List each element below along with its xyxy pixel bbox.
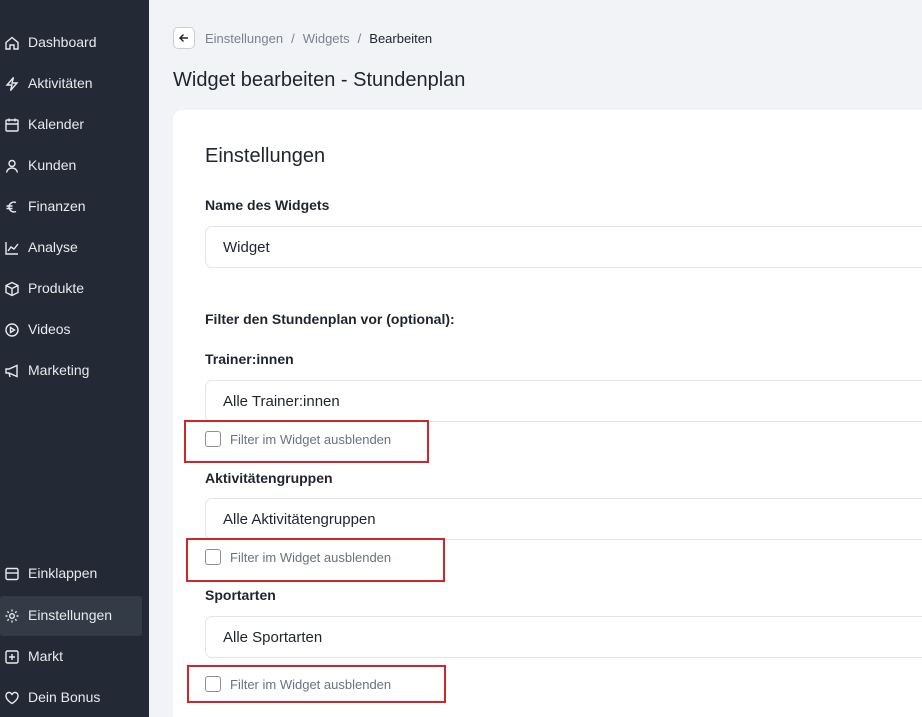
highlight-box (186, 538, 445, 582)
home-icon (4, 35, 20, 51)
euro-icon (4, 199, 20, 215)
sport-filter-label: Sportarten (205, 587, 276, 603)
breadcrumb: Einstellungen / Widgets / Bearbeiten (173, 27, 432, 49)
sidebar-item-einstellungen[interactable]: Einstellungen (0, 596, 142, 636)
megaphone-icon (4, 363, 20, 379)
highlight-box (184, 420, 429, 463)
sidebar-item-label: Aktivitäten (28, 75, 93, 91)
back-button[interactable] (173, 27, 195, 49)
sidebar-item-label: Produkte (28, 280, 85, 296)
highlight-box (187, 665, 446, 703)
sidebar-item-dashboard[interactable]: Dashboard (0, 23, 149, 63)
breadcrumb-link-widgets[interactable]: Widgets (303, 31, 350, 46)
widget-name-input[interactable]: Widget (205, 226, 922, 268)
sidebar-item-label: Analyse (28, 239, 78, 255)
sidebar-item-markt[interactable]: Markt (0, 637, 149, 677)
sidebar-item-marketing[interactable]: Marketing (0, 351, 149, 391)
sidebar-item-analyse[interactable]: Analyse (0, 228, 149, 268)
chart-line-icon (4, 240, 20, 256)
arrow-left-icon (179, 34, 188, 42)
sidebar-item-label: Kalender (28, 116, 85, 132)
filter-heading: Filter den Stundenplan vor (optional): (205, 311, 455, 327)
sidebar-item-label: Dashboard (28, 34, 97, 50)
section-title: Einstellungen (205, 145, 326, 167)
lightning-icon (4, 76, 20, 92)
activity-group-filter-label: Aktivitätengruppen (205, 470, 333, 486)
collapse-icon (4, 566, 20, 582)
breadcrumb-separator: / (357, 30, 362, 46)
box-icon (4, 281, 20, 297)
widget-name-label: Name des Widgets (205, 197, 330, 213)
plus-square-icon (4, 649, 20, 665)
user-icon (4, 158, 20, 174)
heart-icon (4, 690, 20, 706)
sidebar-item-kalender[interactable]: Kalender (0, 105, 149, 145)
sidebar-item-label: Dein Bonus (28, 689, 101, 705)
gear-icon (4, 608, 20, 624)
sidebar-item-aktivitaeten[interactable]: Aktivitäten (0, 64, 149, 104)
page-title: Widget bearbeiten - Stundenplan (173, 69, 466, 91)
play-circle-icon (4, 322, 20, 338)
breadcrumb-separator: / (291, 30, 295, 46)
sidebar-item-videos[interactable]: Videos (0, 310, 149, 350)
breadcrumb-link-einstellungen[interactable]: Einstellungen (205, 31, 283, 46)
sidebar-item-label: Markt (28, 648, 63, 664)
trainer-filter-select[interactable]: Alle Trainer:innen (205, 380, 922, 422)
sidebar-item-produkte[interactable]: Produkte (0, 269, 149, 309)
sidebar-item-label: Einklappen (28, 565, 98, 581)
sidebar-item-label: Finanzen (28, 198, 86, 214)
sidebar-collapse-button[interactable]: Einklappen (0, 554, 149, 594)
sidebar-item-label: Einstellungen (28, 607, 113, 623)
sport-filter-select[interactable]: Alle Sportarten (205, 616, 922, 658)
sidebar-item-kunden[interactable]: Kunden (0, 146, 149, 186)
breadcrumb-current: Bearbeiten (369, 30, 433, 46)
sidebar-item-dein-bonus[interactable]: Dein Bonus (0, 678, 149, 717)
activity-group-filter-select[interactable]: Alle Aktivitätengruppen (205, 498, 922, 540)
sidebar-item-label: Videos (28, 321, 71, 337)
sidebar-item-label: Kunden (28, 157, 77, 173)
calendar-icon (4, 117, 20, 133)
sidebar: Dashboard Aktivitäten Kalender Kunden Fi… (0, 0, 149, 717)
sidebar-item-finanzen[interactable]: Finanzen (0, 187, 149, 227)
trainer-filter-label: Trainer:innen (205, 351, 294, 367)
sidebar-item-label: Marketing (28, 362, 90, 378)
